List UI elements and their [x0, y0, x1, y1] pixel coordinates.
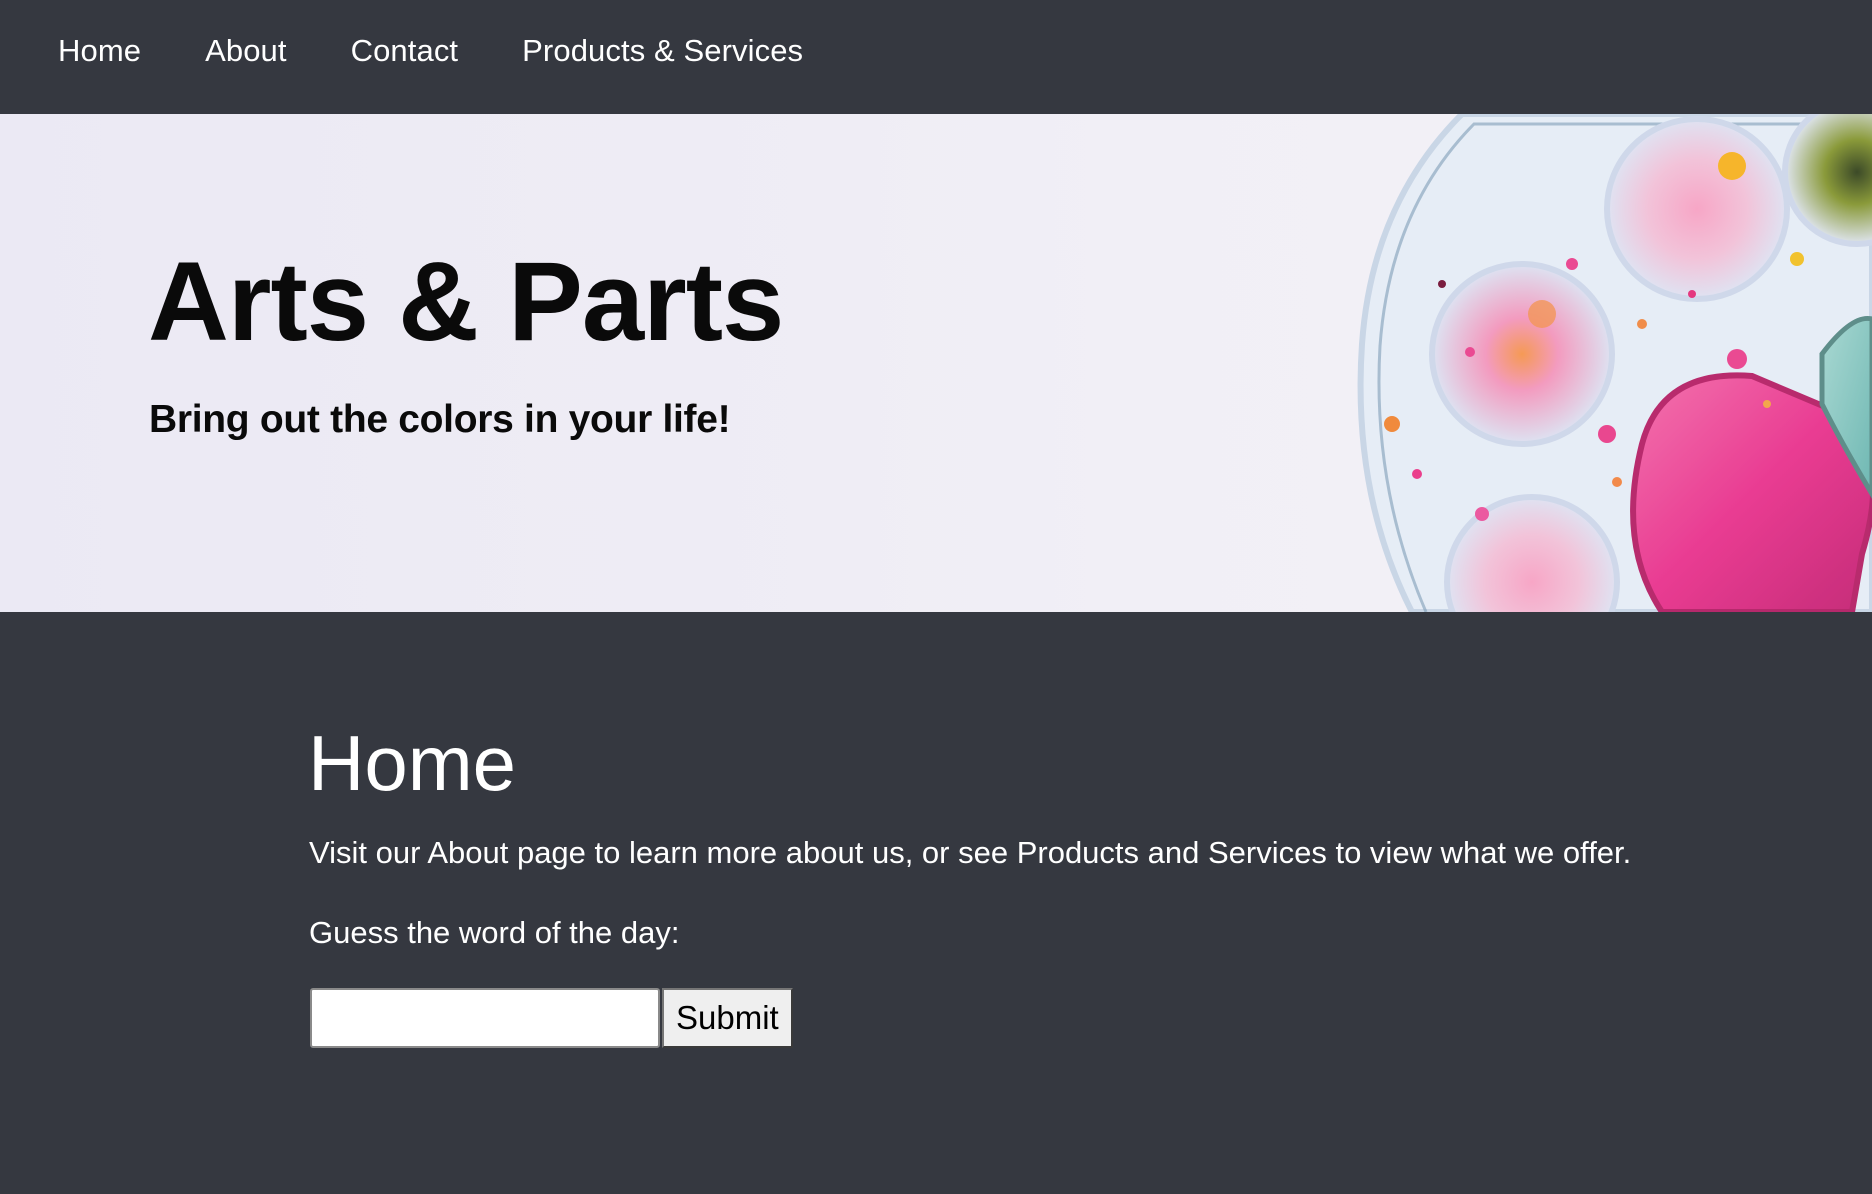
site-tagline: Bring out the colors in your life! — [149, 398, 731, 441]
nav-link-home[interactable]: Home — [58, 33, 141, 69]
guess-word-form: Submit — [310, 988, 793, 1048]
nav-link-contact[interactable]: Contact — [351, 33, 459, 69]
page-title: Home — [308, 719, 517, 807]
intro-paragraph: Visit our About page to learn more about… — [309, 835, 1632, 870]
paint-palette-image — [1357, 114, 1872, 612]
hero-banner: Arts & Parts Bring out the colors in you… — [0, 114, 1872, 612]
submit-button[interactable]: Submit — [662, 988, 793, 1048]
nav-link-about[interactable]: About — [205, 33, 287, 69]
guess-word-label: Guess the word of the day: — [309, 915, 680, 950]
nav-link-products-services[interactable]: Products & Services — [522, 33, 803, 69]
top-navigation: Home About Contact Products & Services — [0, 0, 1872, 114]
main-content: Home Visit our About page to learn more … — [0, 612, 1872, 1194]
site-title: Arts & Parts — [148, 239, 784, 364]
guess-word-input[interactable] — [310, 988, 660, 1048]
